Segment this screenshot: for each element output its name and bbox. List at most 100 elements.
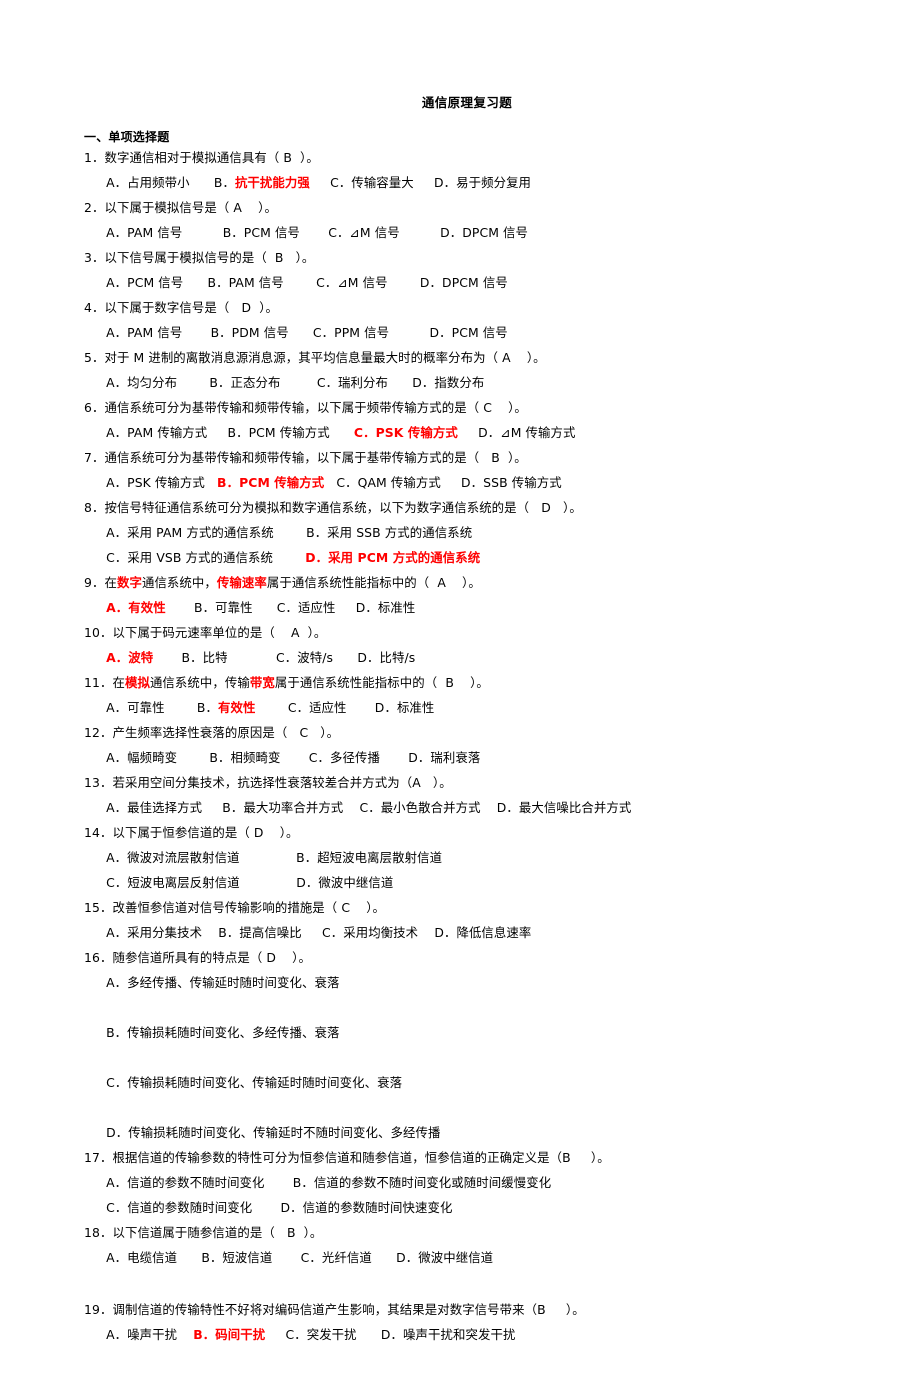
text-run: 属于通信系统性能指标中的（ B ）。 xyxy=(274,675,489,690)
text-run: C．突发干扰 D．噪声干扰和突发干扰 xyxy=(265,1327,516,1342)
text-run: A．占用频带小 xyxy=(98,175,190,190)
question-options: A．采用分集技术 B．提高信噪比 C．采用均衡技术 D．降低信息速率 xyxy=(98,920,860,945)
question-stem: 7．通信系统可分为基带传输和频带传输，以下属于基带传输方式的是（ B ）。 xyxy=(84,445,860,470)
text-run: B． xyxy=(189,175,235,190)
text-run: A．电缆信道 B．短波信道 C．光纤信道 D．微波中继信道 xyxy=(98,1250,494,1265)
text-run: 属于通信系统性能指标中的（ A ）。 xyxy=(266,575,481,590)
question-stem: 19．调制信道的传输特性不好将对编码信道产生影响，其结果是对数字信号带来（B ）… xyxy=(84,1297,860,1322)
highlighted-answer-text: C．PSK 传输方式 xyxy=(353,425,458,440)
question-block: 8．按信号特征通信系统可分为模拟和数字通信系统，以下为数字通信系统的是（ D ）… xyxy=(84,495,860,570)
question-stem: 13．若采用空间分集技术，抗选择性衰落较差合并方式为（A ）。 xyxy=(84,770,860,795)
text-run: 6．通信系统可分为基带传输和频带传输，以下属于频带传输方式的是（ C ）。 xyxy=(84,400,527,415)
highlighted-answer-text: 带宽 xyxy=(249,675,275,690)
question-options: A．信道的参数不随时间变化 B．信道的参数不随时间变化或随时间缓慢变化 C．信道… xyxy=(98,1170,860,1220)
text-run xyxy=(98,600,106,615)
question-block: 5．对于 M 进制的离散消息源消息源，其平均信息量最大时的概率分布为（ A ）。… xyxy=(84,345,860,395)
question-options: A．均匀分布 B．正态分布 C．瑞利分布 D．指数分布 xyxy=(98,370,860,395)
question-block: 9．在数字通信系统中，传输速率属于通信系统性能指标中的（ A ）。 A．有效性 … xyxy=(84,570,860,620)
text-run: 8．按信号特征通信系统可分为模拟和数字通信系统，以下为数字通信系统的是（ D ）… xyxy=(84,500,582,515)
highlighted-answer-text: B．码间干扰 xyxy=(193,1327,266,1342)
text-run: B．可靠性 C．适应性 D．标准性 xyxy=(165,600,416,615)
text-run: C．QAM 传输方式 D．SSB 传输方式 xyxy=(324,475,562,490)
text-run: 10．以下属于码元速率单位的是（ A ）。 xyxy=(84,625,327,640)
question-options: A．多经传播、传输延时随时间变化、衰落 B．传输损耗随时间变化、多经传播、衰落 … xyxy=(98,970,860,1145)
question-block: 10．以下属于码元速率单位的是（ A ）。 A．波特 B．比特 C．波特/s D… xyxy=(84,620,860,670)
text-run: A．可靠性 B． xyxy=(98,700,219,715)
text-run: 5．对于 M 进制的离散消息源消息源，其平均信息量最大时的概率分布为（ A ）。 xyxy=(84,350,546,365)
highlighted-answer-text: A．波特 xyxy=(106,650,154,665)
text-run: A．PCM 信号 B．PAM 信号 C．⊿M 信号 D．DPCM 信号 xyxy=(98,275,508,290)
question-stem: 15．改善恒参信道对信号传输影响的措施是（ C ）。 xyxy=(84,895,860,920)
question-options: A．PAM 信号 B．PDM 信号 C．PPM 信号 D．PCM 信号 xyxy=(98,320,860,345)
question-options: A．电缆信道 B．短波信道 C．光纤信道 D．微波中继信道 xyxy=(98,1245,860,1270)
highlighted-answer-text: 数字 xyxy=(116,575,142,590)
question-stem: 6．通信系统可分为基带传输和频带传输，以下属于频带传输方式的是（ C ）。 xyxy=(84,395,860,420)
highlighted-answer-text: 模拟 xyxy=(124,675,150,690)
question-stem: 5．对于 M 进制的离散消息源消息源，其平均信息量最大时的概率分布为（ A ）。 xyxy=(84,345,860,370)
text-run: 18．以下信道属于随参信道的是（ B ）。 xyxy=(84,1225,323,1240)
question-stem: 3．以下信号属于模拟信号的是（ B ）。 xyxy=(84,245,860,270)
vertical-spacer xyxy=(0,1270,920,1297)
text-run: A．PAM 信号 B．PCM 信号 C．⊿M 信号 D．DPCM 信号 xyxy=(98,225,529,240)
question-block: 1．数字通信相对于模拟通信具有（ B ）。 A．占用频带小 B．抗干扰能力强 C… xyxy=(84,145,860,195)
question-block: 17．根据信道的传输参数的特性可分为恒参信道和随参信道，恒参信道的正确定义是（B… xyxy=(84,1145,860,1220)
question-stem: 18．以下信道属于随参信道的是（ B ）。 xyxy=(84,1220,860,1245)
text-run: A．信道的参数不随时间变化 B．信道的参数不随时间变化或随时间缓慢变化 C．信道… xyxy=(106,1175,552,1215)
question-options: A．PSK 传输方式 B．PCM 传输方式 C．QAM 传输方式 D．SSB 传… xyxy=(98,470,860,495)
text-run: 13．若采用空间分集技术，抗选择性衰落较差合并方式为（A ）。 xyxy=(84,775,452,790)
text-run: 17．根据信道的传输参数的特性可分为恒参信道和随参信道，恒参信道的正确定义是（B… xyxy=(84,1150,610,1165)
page-title: 通信原理复习题 xyxy=(421,95,513,110)
question-options: A．可靠性 B．有效性 C．适应性 D．标准性 xyxy=(98,695,860,720)
text-run: A．噪声干扰 xyxy=(98,1327,194,1342)
questions-list: 1．数字通信相对于模拟通信具有（ B ）。 A．占用频带小 B．抗干扰能力强 C… xyxy=(0,145,920,1347)
text-run: B．比特 C．波特/s D．比特/s xyxy=(153,650,416,665)
text-run: A．微波对流层散射信道 B．超短波电离层散射信道 C．短波电离层反射信道 D．微… xyxy=(106,850,443,890)
question-block: 15．改善恒参信道对信号传输影响的措施是（ C ）。 A．采用分集技术 B．提高… xyxy=(84,895,860,945)
highlighted-answer-text: A．有效性 xyxy=(106,600,166,615)
highlighted-answer-text: D．采用 PCM 方式的通信系统 xyxy=(305,550,481,565)
question-block: 16．随参信道所具有的特点是（ D ）。 A．多经传播、传输延时随时间变化、衰落… xyxy=(84,945,860,1145)
text-run: D．⊿M 传输方式 xyxy=(457,425,576,440)
question-stem: 9．在数字通信系统中，传输速率属于通信系统性能指标中的（ A ）。 xyxy=(84,570,860,595)
question-options: A．PCM 信号 B．PAM 信号 C．⊿M 信号 D．DPCM 信号 xyxy=(98,270,860,295)
document-page: 通信原理复习题 一、单项选择题 1．数字通信相对于模拟通信具有（ B ）。 A．… xyxy=(0,92,920,1394)
text-run: 1．数字通信相对于模拟通信具有（ B ）。 xyxy=(84,150,319,165)
highlighted-answer-text: B．PCM 传输方式 xyxy=(217,475,325,490)
text-run: 9．在 xyxy=(84,575,117,590)
question-stem: 14．以下属于恒参信道的是（ D ）。 xyxy=(84,820,860,845)
text-run: 2．以下属于模拟信号是（ A ）。 xyxy=(84,200,277,215)
question-options: A．PAM 信号 B．PCM 信号 C．⊿M 信号 D．DPCM 信号 xyxy=(98,220,860,245)
text-run xyxy=(98,650,106,665)
question-options: A．占用频带小 B．抗干扰能力强 C．传输容量大 D．易于频分复用 xyxy=(98,170,860,195)
question-block: 12．产生频率选择性衰落的原因是（ C ）。 A．幅频畸变 B．相频畸变 C．多… xyxy=(84,720,860,770)
text-run: 7．通信系统可分为基带传输和频带传输，以下属于基带传输方式的是（ B ）。 xyxy=(84,450,527,465)
highlighted-answer-text: 有效性 xyxy=(218,700,256,715)
text-run: C．传输容量大 D．易于频分复用 xyxy=(309,175,532,190)
text-run: A．幅频畸变 B．相频畸变 C．多径传播 D．瑞利衰落 xyxy=(98,750,481,765)
question-block: 14．以下属于恒参信道的是（ D ）。 A．微波对流层散射信道 B．超短波电离层… xyxy=(84,820,860,895)
question-options: A．有效性 B．可靠性 C．适应性 D．标准性 xyxy=(98,595,860,620)
question-options: A．噪声干扰 B．码间干扰 C．突发干扰 D．噪声干扰和突发干扰 xyxy=(98,1322,860,1347)
question-options: A．采用 PAM 方式的通信系统 B．采用 SSB 方式的通信系统 C．采用 V… xyxy=(98,520,860,570)
question-options: A．幅频畸变 B．相频畸变 C．多径传播 D．瑞利衰落 xyxy=(98,745,860,770)
highlighted-answer-text: 抗干扰能力强 xyxy=(234,175,310,190)
question-stem: 1．数字通信相对于模拟通信具有（ B ）。 xyxy=(84,145,860,170)
highlighted-answer-text: 传输速率 xyxy=(216,575,267,590)
question-stem: 17．根据信道的传输参数的特性可分为恒参信道和随参信道，恒参信道的正确定义是（B… xyxy=(84,1145,860,1170)
question-stem: 8．按信号特征通信系统可分为模拟和数字通信系统，以下为数字通信系统的是（ D ）… xyxy=(84,495,860,520)
question-block: 18．以下信道属于随参信道的是（ B ）。 A．电缆信道 B．短波信道 C．光纤… xyxy=(84,1220,860,1270)
text-run: A．PAM 传输方式 B．PCM 传输方式 xyxy=(98,425,354,440)
question-block: 7．通信系统可分为基带传输和频带传输，以下属于基带传输方式的是（ B ）。 A．… xyxy=(84,445,860,495)
question-options: A．最佳选择方式 B．最大功率合并方式 C．最小色散合并方式 D．最大信噪比合并… xyxy=(98,795,860,820)
text-run: A．均匀分布 B．正态分布 C．瑞利分布 D．指数分布 xyxy=(98,375,485,390)
question-stem: 11．在模拟通信系统中，传输带宽属于通信系统性能指标中的（ B ）。 xyxy=(84,670,860,695)
text-run: 12．产生频率选择性衰落的原因是（ C ）。 xyxy=(84,725,340,740)
question-stem: 4．以下属于数字信号是（ D ）。 xyxy=(84,295,860,320)
text-run: 3．以下信号属于模拟信号的是（ B ）。 xyxy=(84,250,315,265)
text-run: 4．以下属于数字信号是（ D ）。 xyxy=(84,300,278,315)
section-heading-single-choice: 一、单项选择题 xyxy=(84,130,170,144)
question-stem: 16．随参信道所具有的特点是（ D ）。 xyxy=(84,945,860,970)
question-options: A．PAM 传输方式 B．PCM 传输方式 C．PSK 传输方式 D．⊿M 传输… xyxy=(98,420,860,445)
text-run: 11．在 xyxy=(84,675,125,690)
question-block: 19．调制信道的传输特性不好将对编码信道产生影响，其结果是对数字信号带来（B ）… xyxy=(84,1297,860,1347)
